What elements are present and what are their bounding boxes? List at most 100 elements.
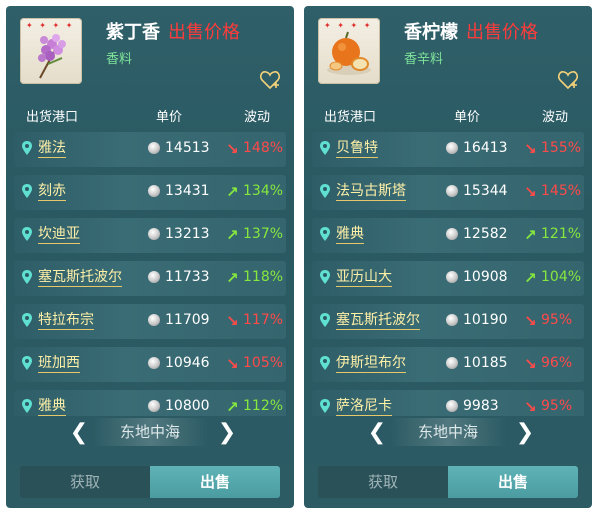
- item-title: 香柠檬 出售价格: [404, 18, 538, 44]
- port-name[interactable]: 贝鲁特: [336, 140, 378, 158]
- port-row[interactable]: 伊斯坦布尔 10185 ↘ 96%: [312, 347, 584, 382]
- market-panel-lilac: ✦ ✦ ✦ ✦ 紫丁香 出售价格 香料 出货港口 单价 波动 雅法 14513 …: [6, 6, 294, 508]
- port-name[interactable]: 班加西: [38, 355, 80, 373]
- trend-down-icon: ↘: [524, 312, 537, 330]
- chevron-right-icon[interactable]: ❯: [216, 420, 238, 445]
- price-change: 155%: [541, 140, 582, 156]
- silver-coin-icon: [446, 142, 458, 154]
- port-name[interactable]: 特拉布宗: [38, 312, 94, 330]
- price-change: 96%: [541, 355, 573, 371]
- port-name[interactable]: 雅法: [38, 140, 66, 158]
- port-name[interactable]: 塞瓦斯托波尔: [38, 269, 122, 287]
- sell-price-label: 出售价格: [466, 22, 538, 43]
- port-row[interactable]: 特拉布宗 11709 ↘ 117%: [14, 304, 286, 339]
- trend-down-icon: ↘: [524, 183, 537, 201]
- port-row[interactable]: 雅典 12582 ↗ 121%: [312, 218, 584, 253]
- port-row[interactable]: 贝鲁特 16413 ↘ 155%: [312, 132, 584, 167]
- location-pin-icon: [320, 313, 330, 327]
- silver-coin-icon: [148, 271, 160, 283]
- rarity-stars: ✦ ✦ ✦ ✦: [324, 21, 373, 30]
- header-port: 出货港口: [26, 110, 79, 125]
- price-change: 145%: [541, 183, 582, 199]
- unit-price: 13431: [165, 183, 210, 199]
- port-list[interactable]: 雅法 14513 ↘ 148% 刻赤 13431 ↗ 134% 坎迪亚 1321…: [14, 132, 286, 416]
- port-name[interactable]: 坎迪亚: [38, 226, 80, 244]
- unit-price: 14513: [165, 140, 210, 156]
- item-name: 紫丁香: [106, 22, 160, 43]
- trade-tabs: 获取 出售: [20, 466, 280, 498]
- market-panel-bergamot: ✦ ✦ ✦ ✦ 香柠檬 出售价格 香辛料 出货港口 单价 波动 贝鲁特 16413…: [304, 6, 592, 508]
- region-name[interactable]: 东地中海: [390, 418, 506, 446]
- header-change: 波动: [244, 110, 271, 125]
- port-row[interactable]: 萨洛尼卡 9983 ↘ 95%: [312, 390, 584, 416]
- port-row[interactable]: 班加西 10946 ↘ 105%: [14, 347, 286, 382]
- heart-plus-icon[interactable]: [558, 70, 580, 90]
- silver-coin-icon: [446, 271, 458, 283]
- location-pin-icon: [22, 399, 32, 413]
- price-change: 148%: [243, 140, 284, 156]
- tab-get[interactable]: 获取: [20, 466, 150, 498]
- tab-sell[interactable]: 出售: [150, 466, 280, 498]
- unit-price: 9983: [463, 398, 499, 414]
- price-change: 121%: [541, 226, 582, 242]
- port-row[interactable]: 塞瓦斯托波尔 10190 ↘ 95%: [312, 304, 584, 339]
- trend-up-icon: ↗: [226, 183, 239, 201]
- silver-coin-icon: [148, 142, 160, 154]
- trend-down-icon: ↘: [524, 140, 537, 158]
- port-name[interactable]: 雅典: [336, 226, 364, 244]
- trend-up-icon: ↗: [524, 269, 537, 287]
- port-name[interactable]: 亚历山大: [336, 269, 392, 287]
- item-name: 香柠檬: [404, 22, 458, 43]
- port-row[interactable]: 塞瓦斯托波尔 11733 ↗ 118%: [14, 261, 286, 296]
- trend-down-icon: ↘: [226, 312, 239, 330]
- price-change: 117%: [243, 312, 284, 328]
- unit-price: 15344: [463, 183, 508, 199]
- location-pin-icon: [22, 141, 32, 155]
- silver-coin-icon: [446, 228, 458, 240]
- location-pin-icon: [22, 356, 32, 370]
- location-pin-icon: [320, 227, 330, 241]
- item-thumbnail[interactable]: ✦ ✦ ✦ ✦: [318, 18, 380, 84]
- location-pin-icon: [320, 270, 330, 284]
- heart-plus-icon[interactable]: [260, 70, 282, 90]
- trend-up-icon: ↗: [524, 226, 537, 244]
- item-type: 香料: [106, 52, 133, 67]
- header-price: 单价: [454, 110, 481, 125]
- price-change: 118%: [243, 269, 284, 285]
- location-pin-icon: [22, 270, 32, 284]
- tab-sell[interactable]: 出售: [448, 466, 578, 498]
- location-pin-icon: [320, 184, 330, 198]
- port-list[interactable]: 贝鲁特 16413 ↘ 155% 法马古斯塔 15344 ↘ 145% 雅典 1…: [312, 132, 584, 416]
- chevron-left-icon[interactable]: ❮: [68, 420, 90, 445]
- port-row[interactable]: 雅典 10800 ↗ 112%: [14, 390, 286, 416]
- silver-coin-icon: [148, 228, 160, 240]
- port-row[interactable]: 刻赤 13431 ↗ 134%: [14, 175, 286, 210]
- port-row[interactable]: 亚历山大 10908 ↗ 104%: [312, 261, 584, 296]
- port-row[interactable]: 坎迪亚 13213 ↗ 137%: [14, 218, 286, 253]
- port-name[interactable]: 塞瓦斯托波尔: [336, 312, 420, 330]
- header-port: 出货港口: [324, 110, 377, 125]
- region-name[interactable]: 东地中海: [92, 418, 208, 446]
- item-thumbnail[interactable]: ✦ ✦ ✦ ✦: [20, 18, 82, 84]
- item-type: 香辛料: [404, 52, 444, 67]
- location-pin-icon: [320, 141, 330, 155]
- port-name[interactable]: 伊斯坦布尔: [336, 355, 406, 373]
- unit-price: 10800: [165, 398, 210, 414]
- tab-get[interactable]: 获取: [318, 466, 448, 498]
- trend-down-icon: ↘: [226, 355, 239, 373]
- unit-price: 10946: [165, 355, 210, 371]
- port-row[interactable]: 法马古斯塔 15344 ↘ 145%: [312, 175, 584, 210]
- unit-price: 12582: [463, 226, 508, 242]
- price-change: 95%: [541, 312, 573, 328]
- chevron-left-icon[interactable]: ❮: [366, 420, 388, 445]
- port-name[interactable]: 刻赤: [38, 183, 66, 201]
- port-name[interactable]: 法马古斯塔: [336, 183, 406, 201]
- trend-up-icon: ↗: [226, 226, 239, 244]
- unit-price: 10185: [463, 355, 508, 371]
- silver-coin-icon: [446, 314, 458, 326]
- price-change: 112%: [243, 398, 284, 414]
- port-row[interactable]: 雅法 14513 ↘ 148%: [14, 132, 286, 167]
- chevron-right-icon[interactable]: ❯: [514, 420, 536, 445]
- unit-price: 10190: [463, 312, 508, 328]
- region-selector: ❮ 东地中海 ❯: [304, 414, 592, 454]
